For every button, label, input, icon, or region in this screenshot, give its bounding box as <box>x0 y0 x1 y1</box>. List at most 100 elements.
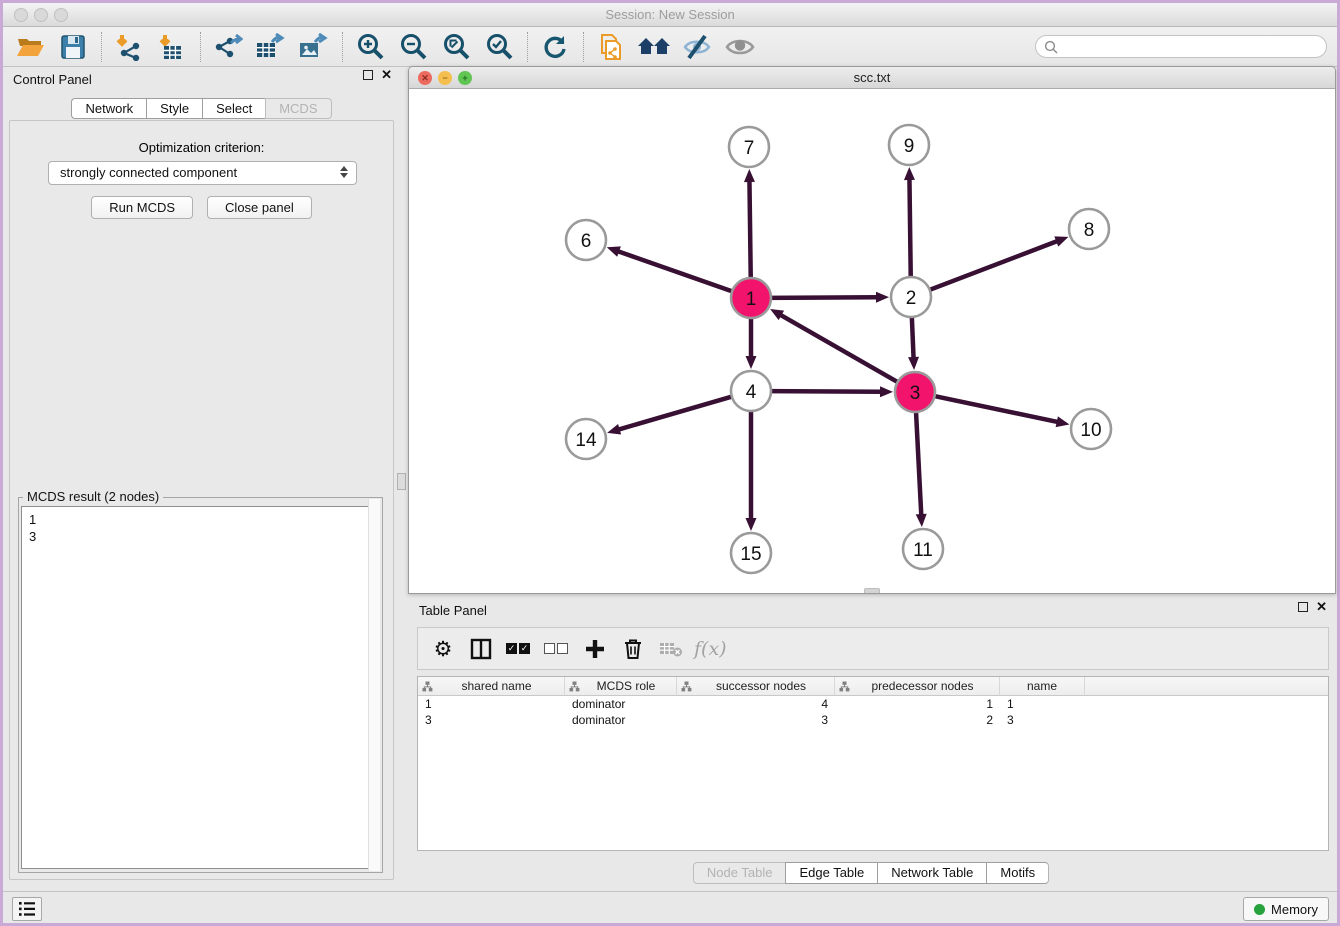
copy-current-style-icon[interactable] <box>594 31 628 63</box>
graph-edge-3-11[interactable] <box>916 410 921 516</box>
graph-node-label-11: 11 <box>913 540 933 561</box>
float-panel-icon[interactable] <box>363 70 373 80</box>
canvas-resize-handle[interactable] <box>864 588 880 593</box>
search-icon <box>1044 40 1058 54</box>
export-table-icon[interactable] <box>254 31 288 63</box>
mcds-result-text[interactable]: 1 3 <box>21 506 380 869</box>
table-cell[interactable]: dominator <box>565 712 677 728</box>
column-header-shared-name[interactable]: shared name <box>418 677 565 696</box>
status-bar: Memory <box>3 891 1337 923</box>
tab-style[interactable]: Style <box>146 98 202 119</box>
first-neighbors-icon[interactable] <box>637 31 671 63</box>
graph-edge-4-3[interactable] <box>769 391 882 392</box>
graph-edge-3-1[interactable] <box>780 314 900 383</box>
table-cell[interactable]: 3 <box>418 712 565 728</box>
graph-node-label-7: 7 <box>744 138 755 159</box>
table-cell[interactable]: 4 <box>677 696 835 712</box>
tab-network[interactable]: Network <box>71 98 146 119</box>
table-cell[interactable]: 1 <box>418 696 565 712</box>
import-network-icon[interactable] <box>112 31 146 63</box>
memory-button[interactable]: Memory <box>1243 897 1329 921</box>
export-network-icon[interactable] <box>211 31 245 63</box>
result-scrollbar[interactable] <box>368 499 380 871</box>
toolbar-separator <box>200 32 201 62</box>
zoom-out-icon[interactable] <box>396 31 430 63</box>
tab-motifs[interactable]: Motifs <box>986 862 1049 884</box>
column-header-name[interactable]: name <box>1000 677 1085 696</box>
refresh-icon[interactable] <box>538 31 572 63</box>
graph-edge-arrow-1-6 <box>607 246 621 256</box>
mcds-panel: Optimization criterion: strongly connect… <box>9 120 394 880</box>
search-field[interactable] <box>1035 35 1327 58</box>
graph-edge-2-9[interactable] <box>909 178 910 279</box>
graph-edge-1-6[interactable] <box>617 251 734 292</box>
float-table-panel-icon[interactable] <box>1298 602 1308 612</box>
zoom-in-icon[interactable] <box>353 31 387 63</box>
graph-edge-3-10[interactable] <box>933 396 1059 423</box>
graph-node-label-1: 1 <box>746 289 757 310</box>
tab-node-table[interactable]: Node Table <box>693 862 786 884</box>
zoom-selected-icon[interactable] <box>482 31 516 63</box>
task-history-button[interactable] <box>12 897 42 921</box>
close-table-panel-icon[interactable]: ✕ <box>1316 602 1327 612</box>
tab-network-table[interactable]: Network Table <box>877 862 986 884</box>
column-header-successor-nodes[interactable]: successor nodes <box>677 677 835 696</box>
graph-node-label-2: 2 <box>906 288 917 309</box>
column-layout-icon[interactable] <box>466 634 496 664</box>
graph-node-label-14: 14 <box>575 430 597 451</box>
add-column-icon[interactable] <box>580 634 610 664</box>
show-all-icon[interactable] <box>723 31 757 63</box>
destroy-table-icon <box>656 634 686 664</box>
table-cell[interactable]: 2 <box>835 712 1000 728</box>
column-header-predecessor-nodes[interactable]: predecessor nodes <box>835 677 1000 696</box>
import-table-icon[interactable] <box>155 31 189 63</box>
deselect-all-icon[interactable] <box>542 634 572 664</box>
toolbar-separator <box>342 32 343 62</box>
table-cell[interactable]: 1 <box>1000 696 1085 712</box>
network-title: scc.txt <box>409 70 1335 85</box>
column-header-mcds-role[interactable]: MCDS role <box>565 677 677 696</box>
hide-selected-icon[interactable] <box>680 31 714 63</box>
zoom-fit-icon[interactable] <box>439 31 473 63</box>
table-tabs: Node Table Edge Table Network Table Moti… <box>405 862 1337 884</box>
close-panel-icon[interactable]: ✕ <box>381 70 392 80</box>
table-cell[interactable]: 1 <box>835 696 1000 712</box>
control-panel: Control Panel ✕ Network Style Select MCD… <box>3 63 400 893</box>
graph-edge-4-14[interactable] <box>618 396 734 430</box>
graph-edge-arrow-1-7 <box>744 169 755 182</box>
run-mcds-button[interactable]: Run MCDS <box>91 196 193 219</box>
graph-edge-1-2[interactable] <box>769 297 878 298</box>
graph-edge-2-3[interactable] <box>912 315 914 359</box>
network-canvas[interactable]: 7968124314101511 <box>409 89 1335 593</box>
panel-splitter-handle[interactable] <box>397 473 406 490</box>
search-input[interactable] <box>1058 40 1318 54</box>
select-all-icon[interactable]: ✓✓ <box>504 634 534 664</box>
graph-edge-2-8[interactable] <box>928 241 1058 291</box>
close-panel-button[interactable]: Close panel <box>207 196 312 219</box>
table-panel: Table Panel ✕ ⚙ ✓✓ f(x) <box>405 597 1337 891</box>
table-options-icon[interactable]: ⚙ <box>428 634 458 664</box>
open-session-icon[interactable] <box>13 31 47 63</box>
graph-edge-arrow-2-3 <box>908 357 919 370</box>
tab-mcds[interactable]: MCDS <box>265 98 331 119</box>
graph-node-label-15: 15 <box>740 544 761 565</box>
graph-edge-1-7[interactable] <box>749 180 750 280</box>
optimization-criterion-select[interactable]: strongly connected component <box>48 161 357 185</box>
table-cell[interactable]: dominator <box>565 696 677 712</box>
save-session-icon[interactable] <box>56 31 90 63</box>
tab-edge-table[interactable]: Edge Table <box>785 862 877 884</box>
export-image-icon[interactable] <box>297 31 331 63</box>
optimization-criterion-value: strongly connected component <box>60 165 237 180</box>
app-title: Session: New Session <box>3 7 1337 22</box>
table-toolbar: ⚙ ✓✓ f(x) <box>417 627 1329 670</box>
graph-edge-arrow-4-14 <box>607 424 621 435</box>
mcds-result-title: MCDS result (2 nodes) <box>23 489 163 504</box>
graph-edge-arrow-3-11 <box>916 514 927 527</box>
node-table[interactable]: shared name MCDS role successor nodes pr… <box>417 676 1329 851</box>
control-panel-title: Control Panel <box>13 72 92 87</box>
table-cell[interactable]: 3 <box>1000 712 1085 728</box>
graph-node-label-4: 4 <box>746 382 757 403</box>
table-cell[interactable]: 3 <box>677 712 835 728</box>
tab-select[interactable]: Select <box>202 98 265 119</box>
delete-column-icon[interactable] <box>618 634 648 664</box>
